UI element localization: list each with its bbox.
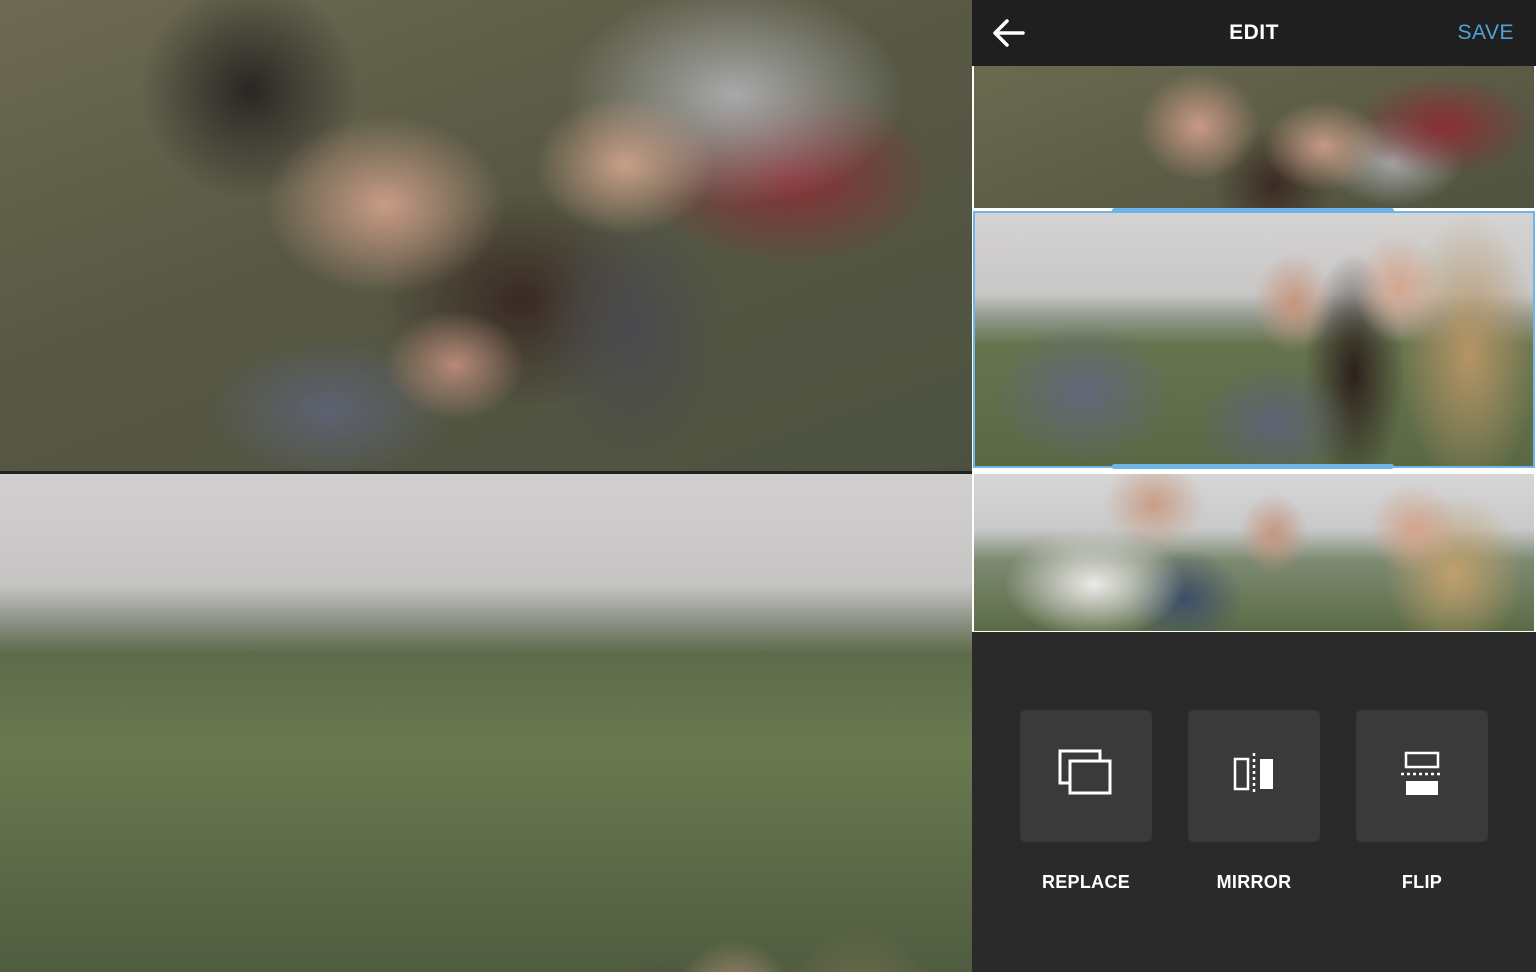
layout-frame-3[interactable]: [974, 474, 1534, 631]
collage-preview: [0, 0, 972, 972]
edit-panel: EDIT SAVE REPLACE MIRROR FLIP: [972, 0, 1536, 972]
replace-icon: [1057, 748, 1115, 805]
mirror-icon: [1229, 749, 1279, 804]
top-bar: EDIT SAVE: [972, 0, 1536, 66]
mirror-button[interactable]: MIRROR: [1188, 710, 1320, 893]
tool-bar: REPLACE MIRROR FLIP: [972, 632, 1536, 972]
page-title: EDIT: [1229, 21, 1279, 44]
resize-handle-top[interactable]: [1112, 208, 1394, 213]
replace-label: REPLACE: [1041, 872, 1131, 892]
flip-button[interactable]: FLIP: [1356, 710, 1488, 893]
layout-frame-1[interactable]: [974, 66, 1534, 208]
app-screen: EDIT SAVE REPLACE MIRROR FLIP: [0, 0, 1536, 972]
mirror-label: MIRROR: [1216, 872, 1292, 892]
layout-frame-2[interactable]: [974, 213, 1534, 466]
save-button[interactable]: SAVE: [1458, 21, 1514, 45]
collage-photo-bottom[interactable]: [0, 474, 972, 972]
resize-handle-bottom[interactable]: [1112, 464, 1394, 469]
flip-label: FLIP: [1401, 872, 1443, 892]
mirror-button-tile[interactable]: [1188, 710, 1320, 842]
layout-frames: [972, 66, 1536, 632]
flip-button-tile[interactable]: [1356, 710, 1488, 842]
replace-button-tile[interactable]: [1020, 710, 1152, 842]
flip-icon: [1397, 749, 1447, 804]
collage-photo-top[interactable]: [0, 0, 972, 471]
replace-button[interactable]: REPLACE: [1020, 710, 1152, 893]
